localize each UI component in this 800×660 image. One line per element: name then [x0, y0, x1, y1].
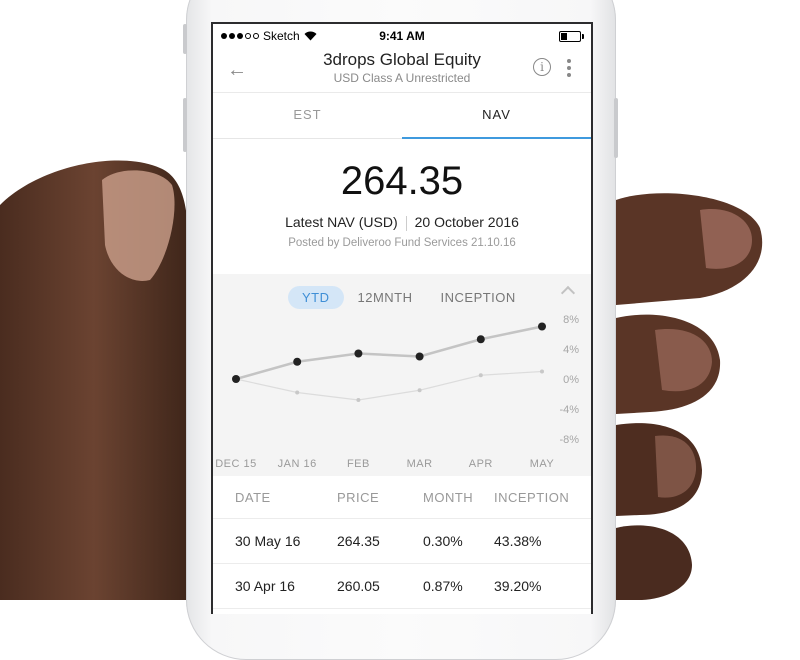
y-tick-label: -4% — [559, 404, 579, 416]
y-tick-label: 0% — [563, 374, 579, 386]
app-header: ← 3drops Global Equity USD Class A Unres… — [213, 48, 591, 92]
range-tabs: YTD 12MNTH INCEPTION — [288, 286, 530, 309]
tab-bar: EST NAV — [213, 92, 591, 139]
column-header-inception: INCEPTION — [494, 489, 570, 505]
row-inception: 39.20% — [494, 578, 542, 594]
x-tick-label: JAN 16 — [278, 458, 317, 470]
fund-subtitle: USD Class A Unrestricted — [333, 71, 471, 85]
status-time: 9:41 AM — [379, 29, 425, 43]
phone-power-button — [614, 98, 618, 158]
battery-icon — [559, 31, 584, 42]
more-vertical-icon[interactable] — [567, 59, 571, 77]
x-tick-label: FEB — [347, 458, 370, 470]
data-point[interactable] — [540, 369, 544, 374]
column-header-month: MONTH — [423, 489, 474, 505]
nav-date: 20 October 2016 — [414, 214, 519, 230]
data-point[interactable] — [295, 390, 300, 395]
phone-volume-button — [183, 24, 187, 54]
row-month: 0.87% — [423, 578, 463, 594]
info-icon[interactable]: i — [533, 58, 551, 76]
app-screen: Sketch 9:41 AM ← 3drops Global Equity US… — [211, 22, 593, 614]
row-price: 264.35 — [337, 533, 380, 549]
range-tab-ytd[interactable]: YTD — [288, 286, 344, 309]
y-tick-label: -8% — [559, 434, 579, 446]
range-tab-12mnth[interactable]: 12MNTH — [344, 286, 427, 309]
row-month: 0.30% — [423, 533, 463, 549]
nav-label: Latest NAV (USD) — [285, 214, 398, 230]
column-header-date: DATE — [235, 489, 271, 505]
nav-label-line: Latest NAV (USD) 20 October 2016 — [213, 214, 591, 231]
status-bar: Sketch 9:41 AM — [213, 24, 591, 48]
phone-volume-button — [183, 98, 187, 152]
data-point[interactable] — [415, 352, 424, 361]
chart-panel: 8% 4% 0% -4% -8% DEC 15 JAN 16 FEB MAR APR MAY YTD… — [213, 274, 591, 476]
x-tick-label: MAR — [407, 458, 433, 470]
x-tick-label: MAY — [530, 458, 555, 470]
table-header: DATE PRICE MONTH INCEPTION — [213, 476, 591, 519]
row-date-day: 30 May — [235, 533, 281, 549]
tab-est[interactable]: EST — [213, 93, 402, 138]
data-point[interactable] — [293, 357, 302, 366]
tab-nav[interactable]: NAV — [402, 93, 591, 139]
y-tick-label: 8% — [563, 314, 579, 326]
data-point[interactable] — [354, 349, 363, 358]
divider — [405, 215, 407, 231]
x-tick-label: DEC 15 — [215, 458, 257, 470]
row-date: 30 May 16 — [213, 533, 337, 549]
row-date-year: 16 — [284, 533, 301, 549]
nav-summary: 264.35 Latest NAV (USD) 20 October 2016 P… — [213, 139, 591, 274]
data-point[interactable] — [232, 375, 240, 383]
nav-value: 264.35 — [340, 159, 464, 203]
y-tick-label: 4% — [563, 344, 579, 356]
data-point[interactable] — [476, 335, 485, 344]
x-tick-label: APR — [469, 458, 493, 470]
table-row[interactable]: 30 Apr 16 260.05 0.87% 39.20% — [213, 564, 591, 609]
table-row[interactable]: 30 May 16 264.35 0.30% 43.38% — [213, 519, 591, 564]
row-price: 260.05 — [337, 578, 380, 594]
column-header-price: PRICE — [337, 489, 380, 505]
series-line-1 — [235, 325, 543, 381]
series-line-2 — [235, 370, 543, 401]
row-date: 30 Apr 16 — [213, 578, 337, 594]
data-point[interactable] — [417, 388, 422, 393]
row-date-day: 30 Apr — [235, 578, 276, 594]
row-date-year: 16 — [279, 578, 295, 594]
data-point[interactable] — [538, 322, 546, 331]
data-point[interactable] — [356, 398, 361, 402]
row-inception: 43.38% — [494, 533, 542, 549]
range-tab-inception[interactable]: INCEPTION — [427, 286, 530, 309]
posted-by: Posted by Deliveroo Fund Services 21.10.… — [288, 237, 516, 249]
data-point[interactable] — [478, 373, 483, 378]
nav-history-table: DATE PRICE MONTH INCEPTION 30 May 16 264… — [213, 476, 591, 609]
